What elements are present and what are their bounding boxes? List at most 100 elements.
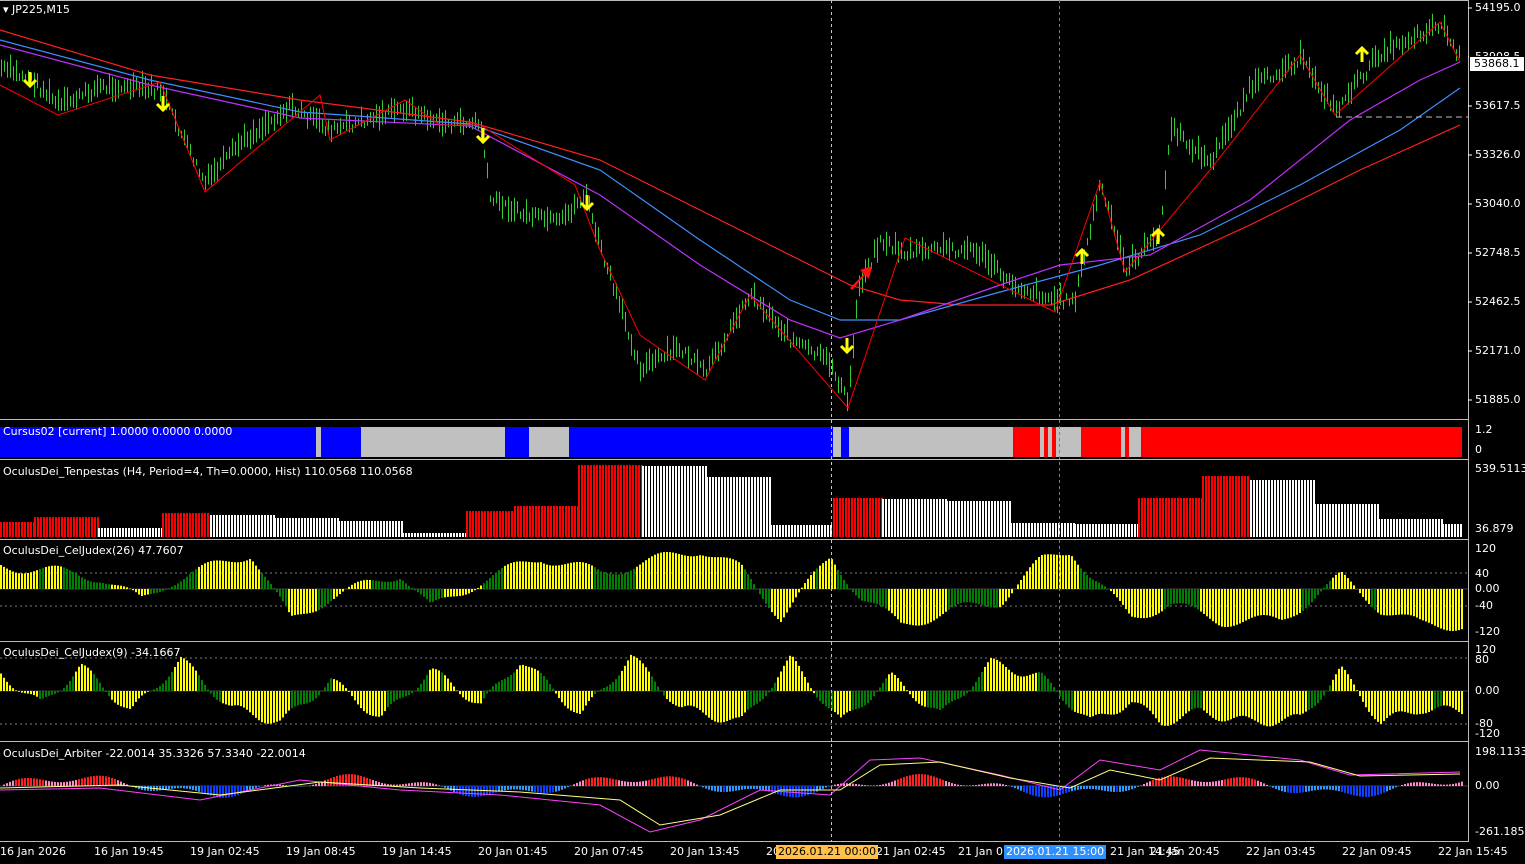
oscillator-bar <box>477 588 479 589</box>
oscillator-bar <box>264 576 266 589</box>
arbiter-bar <box>543 786 545 794</box>
dropdown-triangle-icon[interactable]: ▾ <box>3 3 9 16</box>
arbiter-bar <box>195 786 197 791</box>
oscillator-bar <box>1437 691 1439 708</box>
arbiter-bar <box>1446 784 1448 786</box>
oscillator-bar <box>1284 589 1286 620</box>
oscillator-bar <box>327 589 329 604</box>
arbiter-bar <box>867 785 869 786</box>
arbiter-bar <box>1302 786 1304 793</box>
tenpestas-bar <box>1174 498 1176 537</box>
oscillator-bar <box>912 589 914 626</box>
oscillator-bar <box>711 691 713 720</box>
oscillator-bar <box>549 684 551 691</box>
oscillator-bar <box>1407 691 1409 713</box>
oscillator-bar <box>1146 691 1148 708</box>
oscillator-bar <box>1128 691 1130 705</box>
oscillator-bar <box>225 561 227 589</box>
arbiter-bar <box>909 775 911 786</box>
oscillator-bar <box>606 572 608 589</box>
oscillator-bar <box>210 691 212 694</box>
oscillator-bar <box>357 581 359 589</box>
tenpestas-bar <box>1329 504 1331 537</box>
oscillator-bar <box>726 557 728 589</box>
oscillator-bar <box>399 691 401 699</box>
oscillator-bar <box>1338 572 1340 589</box>
tenpestas-bar <box>693 466 695 537</box>
arbiter-bar <box>1440 784 1442 786</box>
tenpestas-bar <box>1432 519 1434 537</box>
oscillator-bar <box>1050 554 1052 589</box>
arbiter-bar <box>1368 786 1370 797</box>
oscillator-bar <box>60 566 62 589</box>
oscillator-bar <box>1026 571 1028 589</box>
oscillator-bar <box>396 691 398 700</box>
oscillator-bar <box>729 558 731 589</box>
oscillator-bar <box>246 560 248 589</box>
arbiter-bar <box>1443 784 1445 786</box>
oscillator-bar <box>159 686 161 691</box>
oscillator-bar <box>1446 589 1448 631</box>
arbiter-bar <box>399 784 401 786</box>
arbiter-bar <box>333 776 335 786</box>
oscillator-bar <box>1254 691 1256 721</box>
tenpestas-bar <box>985 501 987 537</box>
oscillator-bar <box>342 684 344 691</box>
oscillator-bar <box>891 672 893 691</box>
tenpestas-bar <box>596 465 598 537</box>
arbiter-bar <box>9 781 11 786</box>
arbiter-bar <box>1356 786 1358 797</box>
oscillator-bar <box>162 683 164 691</box>
tenpestas-bar <box>267 515 269 537</box>
tenpestas-bar <box>523 506 525 537</box>
tenpestas-bar <box>73 517 75 537</box>
tenpestas-bar <box>690 466 692 537</box>
arbiter-bar <box>1410 782 1412 786</box>
sell-arrow-icon <box>155 96 171 113</box>
oscillator-bar <box>1137 589 1139 618</box>
tenpestas-bar <box>958 501 960 537</box>
tenpestas-bar <box>1250 480 1252 537</box>
signal-arrows <box>22 45 1370 355</box>
arbiter-bar <box>1038 786 1040 797</box>
oscillator-bar <box>1323 587 1325 589</box>
oscillator-bar <box>1383 589 1385 616</box>
arbiter-bar <box>684 779 686 786</box>
tenpestas-bar <box>666 466 668 537</box>
oscillator-bar <box>345 688 347 691</box>
tenpestas-bar <box>402 533 404 537</box>
oscillator-bar <box>1173 691 1175 724</box>
oscillator-bar <box>1242 589 1244 623</box>
arbiter-bar <box>516 786 518 790</box>
oscillator-bar <box>333 679 335 691</box>
tenpestas-bar <box>712 477 714 537</box>
arbiter-bar <box>1005 784 1007 786</box>
tenpestas-bar <box>724 477 726 537</box>
oscillator-bar <box>525 665 527 691</box>
oscillator-bar <box>21 573 23 589</box>
oscillator-bar <box>447 678 449 691</box>
arbiter-bar <box>1233 777 1235 786</box>
oscillator-bar <box>840 691 842 718</box>
cursus-segment <box>1141 427 1462 457</box>
arbiter-bar <box>33 778 35 786</box>
tenpestas-bar <box>292 518 294 537</box>
tenpestas-bar <box>1265 480 1267 537</box>
oscillator-bar <box>1107 691 1109 715</box>
tenpestas-bar <box>261 515 263 537</box>
oscillator-bar <box>735 560 737 589</box>
oscillator-bar <box>42 691 44 699</box>
arbiter-bar <box>1416 782 1418 786</box>
tenpestas-bar <box>168 513 170 537</box>
arbiter-bar <box>1341 786 1343 793</box>
oscillator-bar <box>588 691 590 702</box>
arbiter-bar <box>771 786 773 793</box>
arbiter-bar <box>141 786 143 790</box>
tenpestas-bar <box>568 506 570 537</box>
tenpestas-bar <box>657 466 659 537</box>
oscillator-bar <box>105 691 107 693</box>
oscillator-bar <box>447 589 449 597</box>
tenpestas-bar <box>961 501 963 537</box>
oscillator-bar <box>342 589 344 592</box>
tenpestas-bar <box>715 477 717 537</box>
